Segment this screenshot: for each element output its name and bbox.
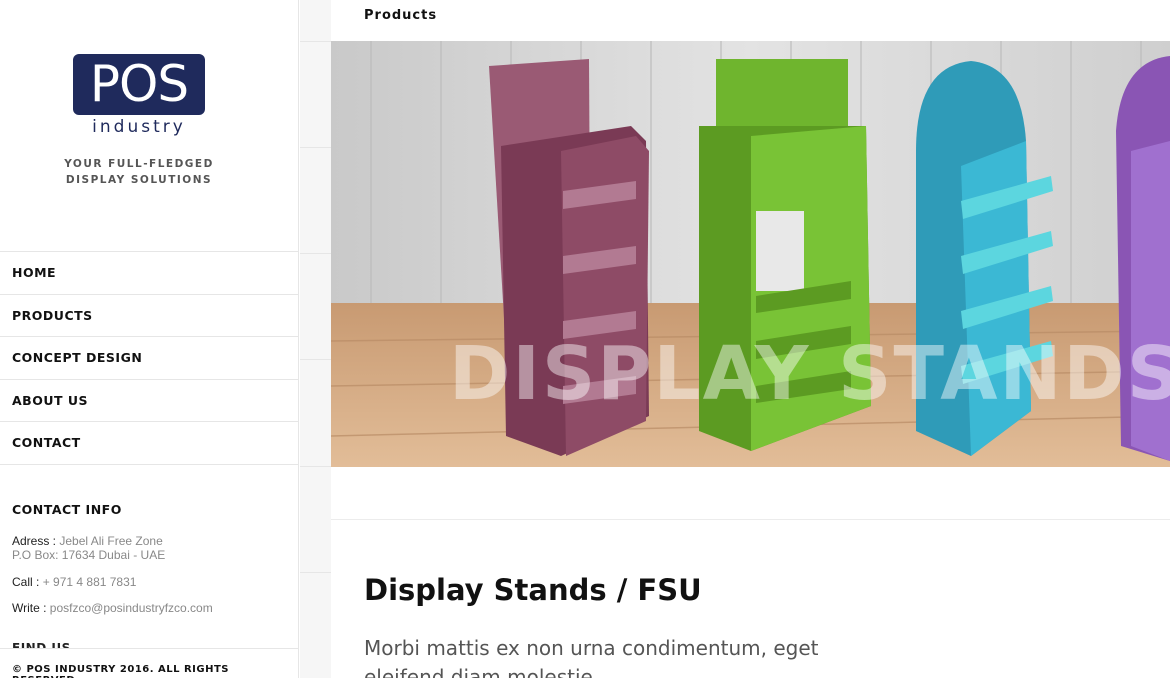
logo-subtitle: industry: [92, 117, 186, 137]
contact-call: Call : + 971 4 881 7831: [12, 575, 136, 589]
nav-item-home[interactable]: HOME: [0, 252, 298, 295]
tagline-line-2: DISPLAY SOLUTIONS: [65, 174, 213, 186]
page-title: Display Stands / FSU: [364, 573, 702, 607]
call-label: Call :: [12, 575, 40, 589]
nav-item-products[interactable]: PRODUCTS: [0, 295, 298, 337]
hero-overlay-text: DISPLAY STANDS: [449, 331, 1170, 417]
logo-mark: POS: [73, 54, 205, 115]
nav-item-concept-design[interactable]: CONCEPT DESIGN: [0, 337, 298, 380]
main-nav: HOME PRODUCTS CONCEPT DESIGN ABOUT US CO…: [0, 251, 298, 465]
main-content: Products DISPLAY STANDS Display Stands /…: [331, 0, 1170, 678]
address-line-2: P.O Box: 17634 Dubai - UAE: [12, 548, 166, 562]
breadcrumb[interactable]: Products: [364, 8, 437, 23]
contact-address: Adress : Jebel Ali Free Zone P.O Box: 17…: [12, 534, 165, 562]
tagline: YOUR FULL-FLEDGED DISPLAY SOLUTIONS: [40, 156, 238, 188]
contact-write: Write : posfzco@posindustryfzco.com: [12, 601, 213, 615]
logo[interactable]: POS industry: [73, 54, 205, 137]
scroll-gutter: [300, 0, 331, 678]
copyright-footer: © POS INDUSTRY 2016. ALL RIGHTS RESERVED…: [0, 648, 298, 678]
email-link[interactable]: posfzco@posindustryfzco.com: [50, 601, 213, 615]
write-label: Write :: [12, 601, 47, 615]
address-line-1: Jebel Ali Free Zone: [59, 534, 163, 548]
divider: [331, 519, 1170, 520]
tagline-line-1: YOUR FULL-FLEDGED: [64, 158, 214, 170]
hero-banner: DISPLAY STANDS: [331, 41, 1170, 467]
nav-item-about-us[interactable]: ABOUT US: [0, 380, 298, 422]
call-value[interactable]: + 971 4 881 7831: [43, 575, 137, 589]
address-label: Adress :: [12, 534, 57, 548]
sidebar: POS industry YOUR FULL-FLEDGED DISPLAY S…: [0, 0, 299, 678]
nav-item-contact[interactable]: CONTACT: [0, 422, 298, 465]
page-description: Morbi mattis ex non urna condimentum, eg…: [364, 636, 819, 678]
contact-info-heading: CONTACT INFO: [12, 502, 122, 517]
